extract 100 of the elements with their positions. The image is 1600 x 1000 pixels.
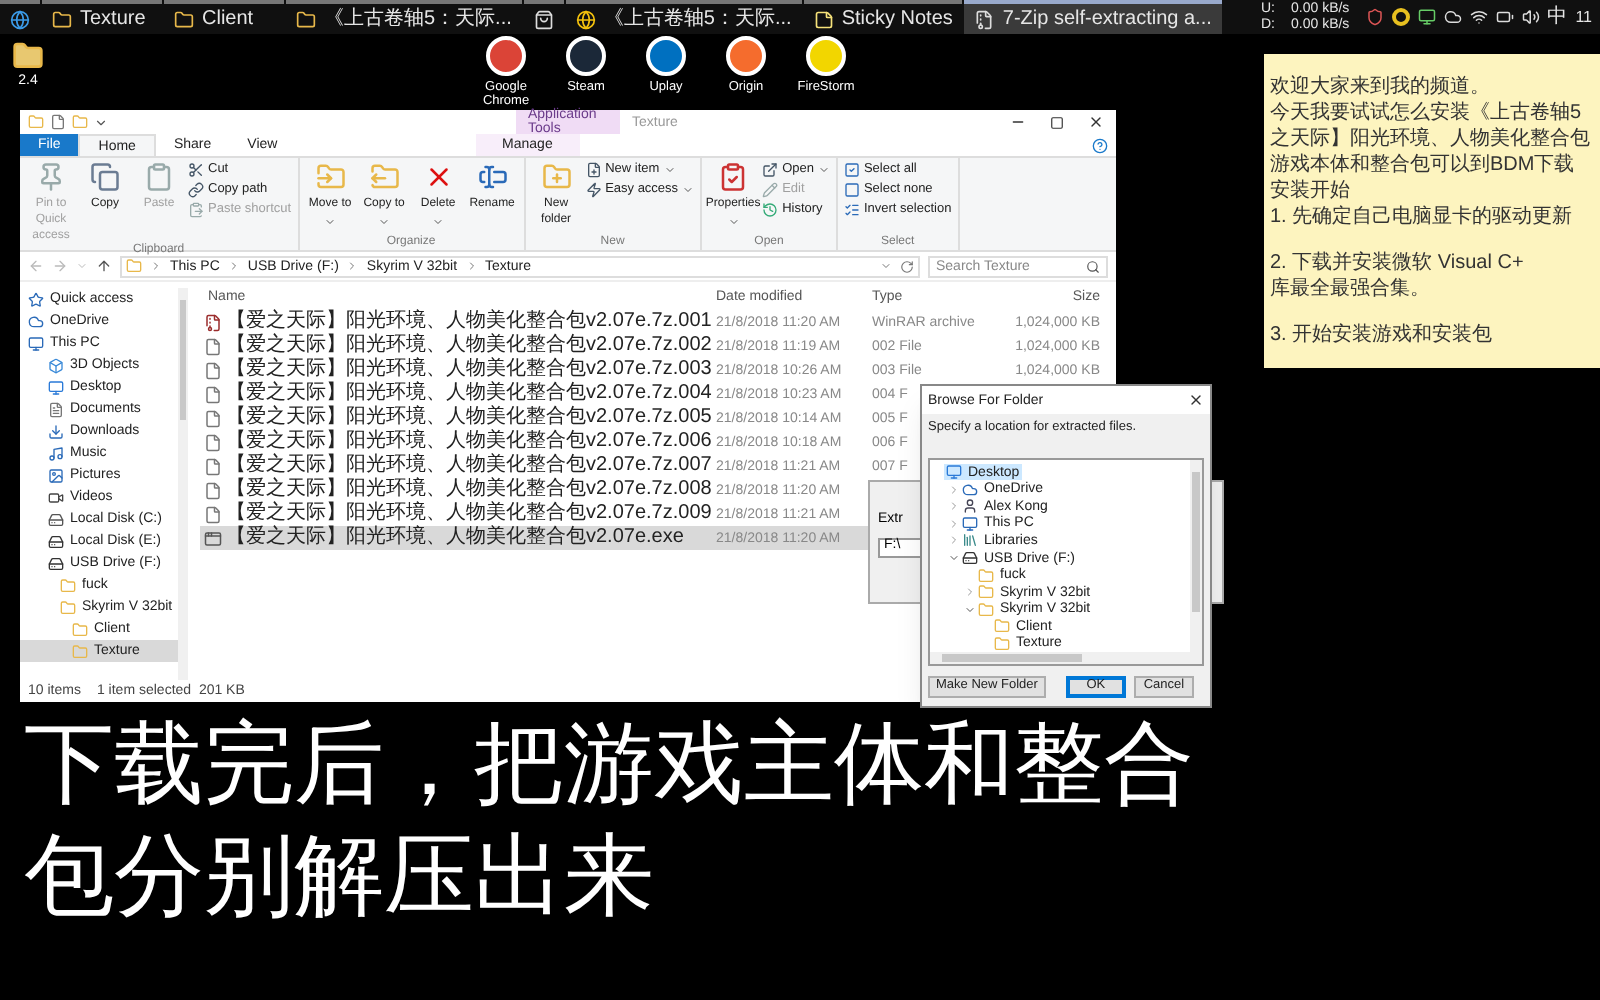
separator-icon — [150, 260, 162, 272]
clipboard-icon — [188, 202, 204, 218]
close-icon[interactable] — [1088, 114, 1104, 130]
browser-icon — [10, 9, 30, 29]
note-text-line: 3. 开始安装游戏和安装包 — [1270, 322, 1495, 348]
note-text-line: 游戏本体和整合包可以到BDM下载 — [1270, 152, 1577, 178]
clipboard-check-icon — [718, 162, 749, 192]
link-icon — [188, 182, 204, 198]
expand-icon[interactable] — [947, 517, 959, 530]
folder-icon — [60, 599, 76, 615]
taskbar-button[interactable]: 《上古卷轴5：天际... — [286, 0, 522, 34]
star-icon — [28, 291, 44, 307]
caret-icon — [817, 164, 830, 176]
file-name: 【爱之天际】阳光环境、人物美化整合包v2.07e.7z.002 — [226, 336, 712, 356]
network-icon — [1469, 8, 1488, 26]
caret-icon — [432, 216, 445, 228]
taskbar-button[interactable] — [0, 0, 40, 34]
taskbar-button[interactable]: 《上古卷轴5：天际... — [565, 0, 802, 34]
file-icon — [204, 361, 222, 379]
video-icon — [48, 489, 64, 505]
file-icon — [204, 505, 222, 523]
archive-icon — [204, 313, 222, 331]
subtitle-line: 包分别解压出来 — [24, 820, 656, 932]
file-name: 【爱之天际】阳光环境、人物美化整合包v2.07e.7z.003 — [226, 360, 712, 380]
drive-icon — [48, 511, 64, 527]
note-text-line: 欢迎大家来到我的频道。 — [1270, 74, 1492, 100]
clock: 11 — [1575, 5, 1592, 29]
document-icon — [48, 401, 64, 417]
expand-icon[interactable] — [963, 586, 975, 599]
drive-icon — [48, 555, 64, 571]
expand-icon[interactable] — [947, 483, 959, 496]
ring-icon — [1391, 8, 1410, 26]
up-icon[interactable] — [96, 258, 112, 274]
subtitle-line: 下载完后，把游戏主体和整合 — [24, 708, 1194, 820]
folder-icon — [174, 9, 194, 29]
caret-icon[interactable] — [94, 115, 108, 129]
volume-icon — [1521, 8, 1540, 26]
note-text-line: 安装开始 — [1270, 178, 1352, 204]
taskbar-button[interactable]: Client — [164, 0, 284, 34]
library-icon — [962, 532, 978, 549]
separator-icon — [227, 260, 240, 272]
refresh-icon[interactable] — [900, 259, 914, 273]
caret-icon — [324, 216, 337, 228]
battery-icon — [1495, 8, 1514, 26]
taskbar-button[interactable]: Sticky Notes — [803, 0, 963, 34]
file-icon — [204, 337, 222, 355]
open-icon — [762, 162, 779, 178]
taskbar-button[interactable] — [523, 0, 564, 34]
file-name: 【爱之天际】阳光环境、人物美化整合包v2.07e.7z.009 — [226, 504, 712, 524]
folder-arrow-icon — [369, 162, 400, 192]
collapse-icon[interactable] — [947, 552, 959, 564]
caret-icon — [378, 216, 391, 228]
folder-icon — [52, 9, 72, 29]
select-all-icon — [843, 162, 860, 178]
new-folder-icon — [541, 162, 572, 192]
horizontal-scrollbar[interactable] — [930, 652, 1202, 664]
drive-icon — [48, 533, 64, 549]
monitor-icon — [48, 379, 64, 395]
input-method-indicator[interactable]: 中 — [1547, 2, 1568, 32]
file-name: 【爱之天际】阳光环境、人物美化整合包v2.07e.7z.005 — [226, 408, 712, 428]
image-icon — [48, 467, 64, 483]
history-icon — [762, 202, 779, 218]
file-icon — [204, 385, 222, 403]
taskbar-button[interactable]: Texture — [42, 0, 162, 34]
folder-icon — [72, 114, 88, 130]
maximize-icon[interactable] — [1050, 115, 1064, 129]
expand-icon[interactable] — [947, 534, 959, 547]
checklist-icon — [843, 202, 860, 218]
back-icon[interactable] — [28, 258, 44, 274]
scrollbar[interactable] — [178, 288, 188, 680]
archive-icon — [974, 9, 995, 29]
shopping-bag-icon — [533, 9, 554, 29]
collapse-icon[interactable] — [963, 603, 975, 616]
search-icon — [1086, 259, 1100, 273]
download-icon — [48, 423, 64, 439]
taskbar-button[interactable]: 7-Zip self-extracting a... — [964, 0, 1222, 34]
monitor-icon — [962, 515, 978, 532]
folder-icon — [12, 40, 44, 72]
cloud-icon — [28, 313, 44, 329]
monitor-icon — [1417, 8, 1436, 26]
note-text-line: 之天际】阳光环境、人物美化整合包 — [1270, 126, 1592, 152]
folder-arrow-icon — [315, 162, 346, 192]
forward-icon[interactable] — [52, 258, 68, 274]
close-icon[interactable] — [1188, 392, 1204, 408]
folder-icon — [72, 643, 88, 659]
file-name: 【爱之天际】阳光环境、人物美化整合包v2.07e.exe — [226, 528, 684, 548]
drive-icon — [962, 550, 978, 566]
help-icon[interactable] — [1092, 137, 1108, 153]
browser-icon — [575, 9, 596, 29]
vertical-scrollbar[interactable] — [1190, 460, 1202, 652]
pencil-icon — [762, 182, 779, 198]
program-icon — [204, 529, 222, 547]
file-icon — [204, 409, 222, 427]
clipboard-icon — [144, 162, 174, 192]
file-name: 【爱之天际】阳光环境、人物美化整合包v2.07e.7z.006 — [226, 432, 712, 452]
expand-icon[interactable] — [947, 500, 959, 513]
scissors-icon — [188, 162, 204, 178]
sticky-note-icon — [813, 9, 834, 29]
file-name: 【爱之天际】阳光环境、人物美化整合包v2.07e.7z.008 — [226, 480, 712, 500]
file-name: 【爱之天际】阳光环境、人物美化整合包v2.07e.7z.004 — [226, 384, 712, 404]
